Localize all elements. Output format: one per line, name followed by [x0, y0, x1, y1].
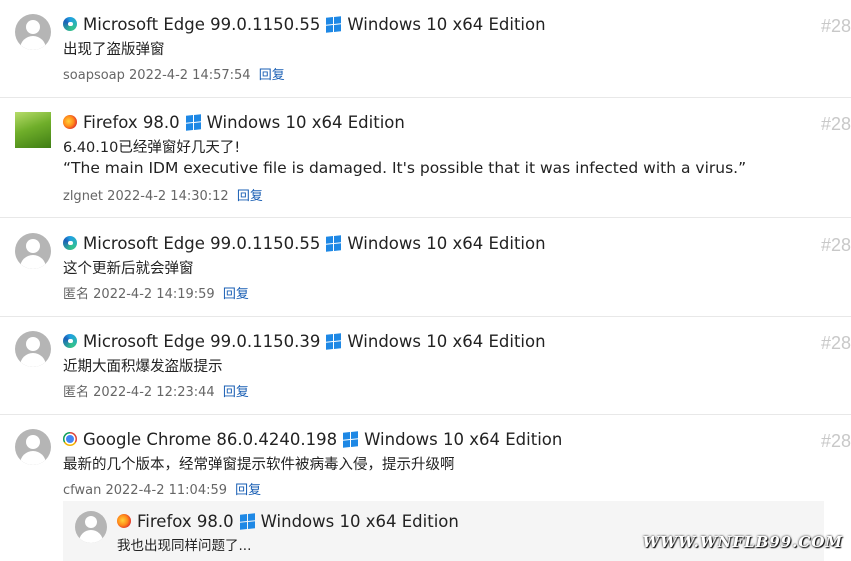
comment-date: 2022-4-2 12:23:44: [93, 385, 215, 400]
chrome-icon: [63, 432, 77, 446]
comment-meta: Microsoft Edge 99.0.1150.55 Windows 10 x…: [63, 12, 546, 36]
comment-meta: Microsoft Edge 99.0.1150.39 Windows 10 x…: [63, 329, 546, 353]
divider: [0, 217, 851, 218]
comment-item: Microsoft Edge 99.0.1150.39 Windows 10 x…: [0, 331, 851, 415]
windows-icon: [326, 234, 342, 252]
comment-footer: 匿名 2022-4-2 12:23:44 回复: [63, 381, 249, 400]
divider: [0, 97, 851, 98]
comment-content: 这个更新后就会弹窗: [63, 261, 194, 277]
browser-name: Firefox 98.0: [83, 112, 180, 132]
firefox-icon: [63, 115, 77, 129]
comment-item: Firefox 98.0 Windows 10 x64 Edition 6.40…: [0, 112, 851, 218]
os-name: Windows 10 x64 Edition: [260, 511, 459, 531]
comment-meta: Google Chrome 86.0.4240.198 Windows 10 x…: [63, 427, 562, 451]
firefox-icon: [117, 514, 131, 528]
comment-author: cfwan: [63, 483, 102, 498]
reply-link[interactable]: 回复: [223, 287, 249, 302]
windows-icon: [326, 332, 342, 350]
default-avatar: [15, 331, 51, 367]
os-name: Windows 10 x64 Edition: [206, 112, 405, 132]
browser-name: Firefox 98.0: [137, 511, 234, 531]
comment-meta: Firefox 98.0 Windows 10 x64 Edition: [63, 110, 405, 134]
windows-icon: [239, 512, 255, 530]
default-avatar: [15, 429, 51, 465]
comment-content: 6.40.10已经弹窗好几天了!: [63, 140, 241, 156]
default-avatar: [75, 511, 107, 543]
comment-number: #28: [820, 333, 851, 353]
comment-author: 匿名: [63, 287, 90, 302]
comment-content: 出现了盗版弹窗: [63, 42, 165, 58]
edge-icon: [63, 236, 77, 250]
comment-number: #28: [820, 114, 851, 134]
windows-icon: [326, 15, 342, 33]
comment-item: Microsoft Edge 99.0.1150.55 Windows 10 x…: [0, 14, 851, 98]
edge-icon: [63, 334, 77, 348]
comment-content: 近期大面积爆发盗版提示: [63, 359, 223, 375]
comment-item: Microsoft Edge 99.0.1150.55 Windows 10 x…: [0, 233, 851, 317]
browser-name: Google Chrome 86.0.4240.198: [83, 429, 338, 449]
browser-name: Microsoft Edge 99.0.1150.55: [83, 233, 321, 253]
comment-number: #28: [820, 431, 851, 451]
comment-content: 最新的几个版本，经常弹窗提示软件被病毒入侵，提示升级啊: [63, 457, 455, 473]
comment-number: #28: [820, 16, 851, 36]
windows-icon: [185, 113, 201, 131]
comment-footer: 匿名 2022-4-2 14:19:59 回复: [63, 283, 249, 302]
comment-date: 2022-4-2 14:30:12: [107, 189, 229, 204]
os-name: Windows 10 x64 Edition: [364, 429, 563, 449]
comment-footer: zlgnet 2022-4-2 14:30:12 回复: [63, 185, 263, 204]
reply-link[interactable]: 回复: [237, 189, 263, 204]
comment-quote: “The main IDM executive file is damaged.…: [63, 159, 747, 177]
divider: [0, 316, 851, 317]
reply-link[interactable]: 回复: [223, 385, 249, 400]
browser-name: Microsoft Edge 99.0.1150.39: [83, 331, 321, 351]
default-avatar: [15, 233, 51, 269]
site-watermark: WWW.WNFLB99.COM: [642, 533, 843, 551]
windows-icon: [343, 430, 359, 448]
comment-author: soapsoap: [63, 68, 125, 83]
os-name: Windows 10 x64 Edition: [347, 14, 546, 34]
nested-reply: Firefox 98.0 Windows 10 x64 Edition 我也出现…: [63, 501, 824, 561]
comment-author: 匿名: [63, 385, 90, 400]
reply-content: 我也出现同样问题了...: [117, 538, 252, 554]
comment-date: 2022-4-2 14:19:59: [93, 287, 215, 302]
comment-meta: Microsoft Edge 99.0.1150.55 Windows 10 x…: [63, 231, 546, 255]
comment-footer: cfwan 2022-4-2 11:04:59 回复: [63, 479, 261, 498]
comment-footer: soapsoap 2022-4-2 14:57:54 回复: [63, 64, 285, 83]
reply-link[interactable]: 回复: [235, 483, 261, 498]
default-avatar: [15, 14, 51, 50]
comment-number: #28: [820, 235, 851, 255]
os-name: Windows 10 x64 Edition: [347, 331, 546, 351]
reply-link[interactable]: 回复: [259, 68, 285, 83]
browser-name: Microsoft Edge 99.0.1150.55: [83, 14, 321, 34]
divider: [0, 414, 851, 415]
comment-date: 2022-4-2 14:57:54: [129, 68, 251, 83]
reply-meta: Firefox 98.0 Windows 10 x64 Edition: [117, 509, 459, 533]
comment-date: 2022-4-2 11:04:59: [105, 483, 228, 498]
user-avatar: [15, 112, 51, 148]
edge-icon: [63, 17, 77, 31]
comment-author: zlgnet: [63, 189, 104, 204]
os-name: Windows 10 x64 Edition: [347, 233, 546, 253]
